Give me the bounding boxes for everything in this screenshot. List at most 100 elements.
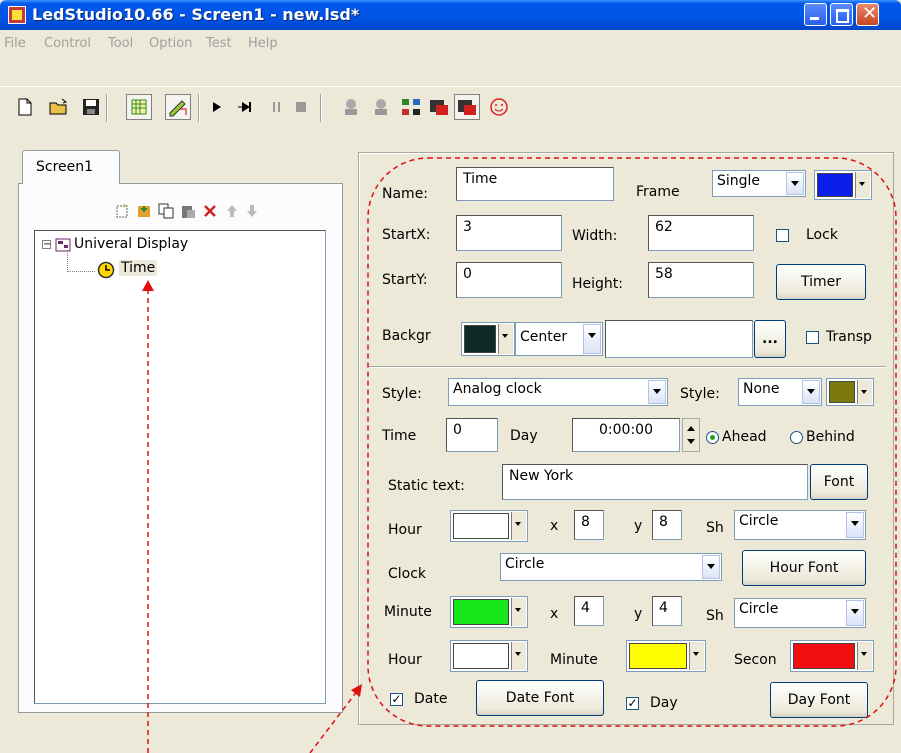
- screen-red-icon[interactable]: [428, 96, 450, 118]
- starty-field[interactable]: 0: [456, 262, 562, 298]
- new-file-icon[interactable]: [14, 96, 36, 118]
- delete-icon[interactable]: [202, 203, 218, 219]
- font-button[interactable]: Font: [810, 464, 868, 500]
- minute-shape-select[interactable]: Circle: [734, 598, 866, 628]
- clock-icon: [97, 261, 115, 283]
- minute-y-label: y: [634, 606, 643, 622]
- chevron-down-icon: [511, 512, 526, 540]
- hour-label: Hour: [388, 522, 422, 538]
- screen-blue-icon[interactable]: [454, 94, 480, 120]
- move-up-icon[interactable]: [224, 203, 240, 219]
- hour-color: [453, 513, 509, 539]
- app-logo-icon: [8, 6, 26, 24]
- save-icon[interactable]: [80, 96, 102, 118]
- frame-select[interactable]: Single: [712, 170, 806, 197]
- day-font-button[interactable]: Day Font: [770, 682, 868, 718]
- copy-icon[interactable]: [158, 203, 174, 219]
- edit-icon[interactable]: [165, 94, 191, 120]
- frame-color-picker[interactable]: [814, 170, 872, 200]
- lock-checkbox[interactable]: [776, 229, 789, 242]
- smiley-icon[interactable]: [488, 96, 510, 118]
- tree-collapse-toggle[interactable]: −: [42, 240, 51, 250]
- date-font-button[interactable]: Date Font: [476, 680, 604, 716]
- tree-item-time[interactable]: Time: [119, 260, 158, 276]
- date-checkbox[interactable]: ✓: [390, 693, 403, 706]
- behind-radio[interactable]: [790, 431, 803, 444]
- background-image-field[interactable]: [605, 320, 753, 358]
- minute-y-field[interactable]: 4: [652, 596, 682, 626]
- menu-bar: [0, 30, 901, 54]
- chevron-down-icon: [702, 555, 720, 579]
- chevron-down-icon: [511, 598, 526, 626]
- second-hand-color-picker[interactable]: [790, 640, 874, 672]
- hour-x-field[interactable]: 8: [574, 510, 604, 540]
- add-item-icon[interactable]: [136, 203, 152, 219]
- chevron-down-icon: [786, 172, 804, 195]
- align-select[interactable]: Center: [515, 322, 603, 356]
- maximize-button[interactable]: [830, 3, 853, 26]
- tree-item-univeral-display[interactable]: Univeral Display: [74, 236, 188, 252]
- day-checkbox[interactable]: ✓: [626, 697, 639, 710]
- minute-hand-color-picker[interactable]: [626, 640, 706, 672]
- stop-icon[interactable]: [290, 96, 312, 118]
- hour-shape-select[interactable]: Circle: [734, 510, 866, 540]
- grid-icon[interactable]: [126, 94, 152, 120]
- move-down-icon[interactable]: [244, 203, 260, 219]
- hour-hand-color: [453, 643, 509, 669]
- day-time-field[interactable]: 0:00:00: [572, 418, 680, 452]
- person-icon[interactable]: [340, 96, 362, 118]
- frame-color: [817, 173, 853, 197]
- network-icon[interactable]: [400, 96, 422, 118]
- pause-icon[interactable]: [266, 96, 288, 118]
- name-field[interactable]: Time: [456, 167, 614, 201]
- hour-font-button[interactable]: Hour Font: [742, 550, 866, 586]
- minute-shape-label: Sh: [706, 608, 724, 624]
- style-select[interactable]: Analog clock: [448, 378, 668, 406]
- static-text-field[interactable]: New York: [502, 464, 808, 500]
- clock-shape-select[interactable]: Circle: [500, 553, 722, 581]
- day-spinner[interactable]: [682, 418, 700, 452]
- menu-help[interactable]: Help: [248, 36, 278, 51]
- timer-button[interactable]: Timer: [776, 264, 866, 300]
- transp-checkbox[interactable]: [806, 331, 819, 344]
- open-folder-icon[interactable]: [48, 96, 70, 118]
- menu-control[interactable]: Control: [44, 36, 91, 51]
- chevron-down-icon: [855, 172, 870, 198]
- tree-line: [67, 250, 68, 272]
- minute-x-field[interactable]: 4: [574, 596, 604, 626]
- window-title: LedStudio10.66 - Screen1 - new.lsd*: [32, 5, 360, 24]
- width-field[interactable]: 62: [648, 215, 754, 251]
- paste-icon[interactable]: [180, 203, 196, 219]
- menu-tool[interactable]: Tool: [108, 36, 133, 51]
- minimize-button[interactable]: [804, 3, 827, 26]
- tree-line: [67, 271, 95, 272]
- new-item-icon[interactable]: [114, 203, 130, 219]
- close-button[interactable]: ✕: [856, 3, 879, 26]
- chevron-down-icon: [583, 324, 601, 354]
- minute2-label: Minute: [550, 652, 598, 668]
- style-color-picker[interactable]: [826, 378, 874, 406]
- menu-option[interactable]: Option: [149, 36, 192, 51]
- hour-hand-color-picker[interactable]: [450, 640, 528, 672]
- behind-label: Behind: [806, 429, 855, 445]
- person2-icon[interactable]: [370, 96, 392, 118]
- menu-test[interactable]: Test: [206, 36, 232, 51]
- time-field[interactable]: 0: [446, 418, 498, 452]
- browse-button[interactable]: ...: [754, 320, 786, 358]
- style2-select[interactable]: None: [738, 378, 822, 406]
- menu-file[interactable]: File: [4, 36, 26, 51]
- play-icon[interactable]: [206, 96, 228, 118]
- hour-color-picker[interactable]: [450, 510, 528, 542]
- clock-label: Clock: [388, 566, 427, 582]
- height-label: Height:: [572, 276, 623, 292]
- hour-y-field[interactable]: 8: [652, 510, 682, 540]
- style-color: [829, 381, 855, 403]
- startx-field[interactable]: 3: [456, 215, 562, 251]
- background-color-picker[interactable]: [461, 322, 515, 356]
- ahead-radio[interactable]: [706, 431, 719, 444]
- step-icon[interactable]: [236, 96, 258, 118]
- height-field[interactable]: 58: [648, 262, 754, 298]
- minute-color-picker[interactable]: [450, 596, 528, 628]
- tab-screen1[interactable]: Screen1: [22, 150, 120, 184]
- backgr-label: Backgr: [382, 328, 431, 344]
